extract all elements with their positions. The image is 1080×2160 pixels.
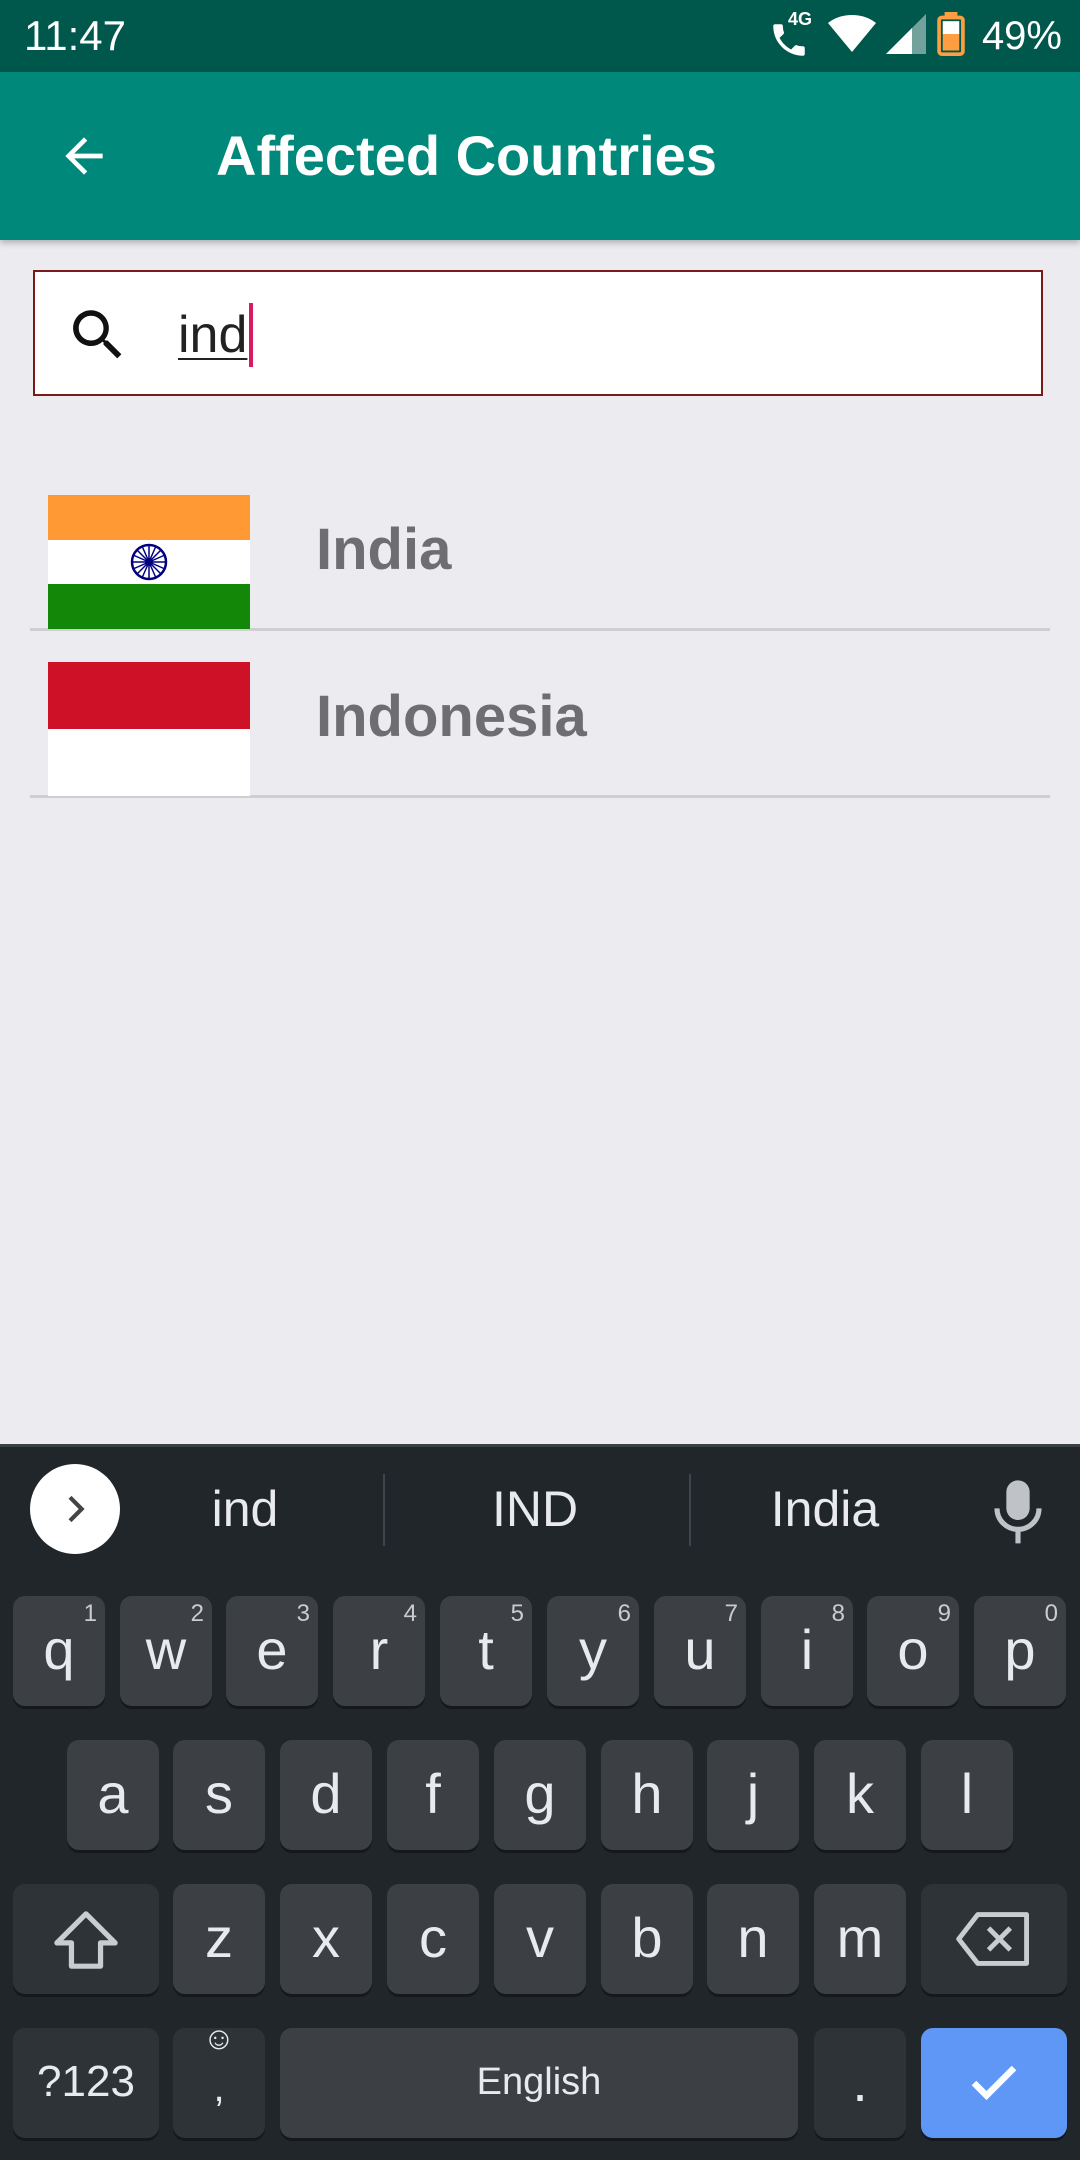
key-k[interactable]: k: [814, 1740, 906, 1850]
signal-icon: [885, 13, 926, 60]
phone-icon: 4G: [768, 9, 818, 59]
page-title: Affected Countries: [216, 124, 717, 187]
back-button[interactable]: [48, 120, 120, 192]
key-c[interactable]: c: [387, 1884, 479, 1994]
indonesia-flag-icon: [48, 662, 250, 796]
key-z[interactable]: z: [173, 1884, 265, 1994]
status-bar: 11:47 4G 49%: [0, 0, 1080, 72]
india-flag-icon: [48, 495, 250, 629]
soft-keyboard: ind IND India q1 w2 e3 r4 t5 y6 u7 i8 o9…: [0, 1444, 1080, 2160]
key-s[interactable]: s: [173, 1740, 265, 1850]
key-e[interactable]: e3: [226, 1596, 318, 1706]
key-o[interactable]: o9: [867, 1596, 959, 1706]
period-key[interactable]: .: [814, 2028, 906, 2138]
key-i[interactable]: i8: [761, 1596, 853, 1706]
battery-icon: [936, 11, 966, 61]
arrow-left-icon: [65, 137, 103, 175]
country-name: Indonesia: [316, 684, 587, 749]
key-b[interactable]: b: [601, 1884, 693, 1994]
text-cursor: [249, 303, 254, 368]
expand-toolbar-button[interactable]: [30, 1464, 120, 1554]
wifi-icon: [827, 13, 876, 60]
suggestion-divider: [689, 1474, 691, 1546]
status-icons: 4G 49%: [768, 9, 1062, 62]
country-name: India: [316, 517, 452, 582]
key-h[interactable]: h: [601, 1740, 693, 1850]
suggestion-3[interactable]: India: [730, 1474, 920, 1544]
key-p[interactable]: p0: [974, 1596, 1066, 1706]
key-w[interactable]: w2: [120, 1596, 212, 1706]
key-g[interactable]: g: [494, 1740, 586, 1850]
suggestion-2[interactable]: IND: [440, 1474, 630, 1544]
suggestion-bar: ind IND India: [0, 1444, 1080, 1576]
suggestion-divider: [383, 1474, 385, 1546]
key-q[interactable]: q1: [13, 1596, 105, 1706]
comma-label: ,: [213, 2066, 225, 2110]
key-j[interactable]: j: [707, 1740, 799, 1850]
microphone-icon[interactable]: [990, 1478, 1046, 1548]
key-y[interactable]: y6: [547, 1596, 639, 1706]
spacebar[interactable]: English: [280, 2028, 798, 2138]
search-icon: [65, 302, 131, 368]
key-l[interactable]: l: [921, 1740, 1013, 1850]
enter-key[interactable]: [921, 2028, 1067, 2138]
chevron-right-icon: [68, 1495, 85, 1523]
key-f[interactable]: f: [387, 1740, 479, 1850]
key-a[interactable]: a: [67, 1740, 159, 1850]
status-time: 11:47: [24, 12, 126, 59]
symbols-key[interactable]: ?123: [13, 2028, 159, 2138]
search-input[interactable]: ind: [178, 298, 1018, 372]
battery-percentage: 49%: [981, 14, 1062, 58]
key-t[interactable]: t5: [440, 1596, 532, 1706]
key-r[interactable]: r4: [333, 1596, 425, 1706]
key-n[interactable]: n: [707, 1884, 799, 1994]
key-d[interactable]: d: [280, 1740, 372, 1850]
key-u[interactable]: u7: [654, 1596, 746, 1706]
key-x[interactable]: x: [280, 1884, 372, 1994]
country-row-india[interactable]: India: [30, 465, 1050, 631]
search-query-text: ind: [178, 306, 248, 364]
shift-key[interactable]: [13, 1884, 159, 1994]
key-v[interactable]: v: [494, 1884, 586, 1994]
checkmark-icon: [971, 2065, 1017, 2101]
search-field[interactable]: ind: [33, 270, 1043, 396]
suggestion-1[interactable]: ind: [150, 1474, 340, 1544]
backspace-icon: [956, 1912, 1030, 1966]
key-m[interactable]: m: [814, 1884, 906, 1994]
shift-icon: [54, 1911, 118, 1969]
country-row-indonesia[interactable]: Indonesia: [30, 632, 1050, 798]
network-type-label: 4G: [787, 9, 812, 29]
emoji-comma-key[interactable]: ☺ ,: [173, 2020, 265, 2138]
backspace-key[interactable]: [921, 1884, 1067, 1994]
app-bar: Affected Countries: [0, 72, 1080, 240]
